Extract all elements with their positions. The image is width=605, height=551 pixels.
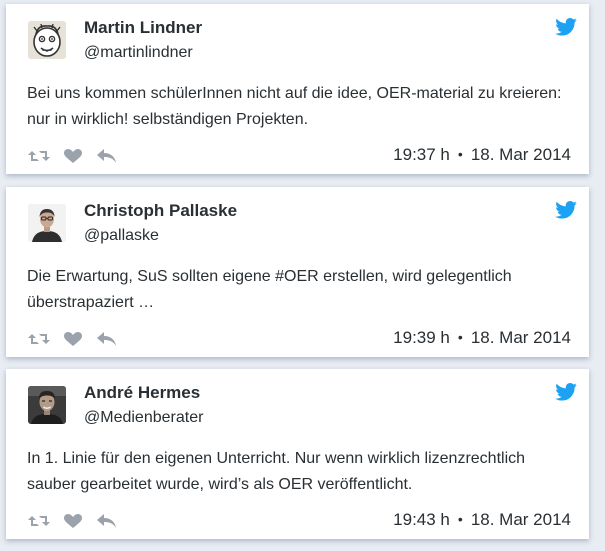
- separator: •: [457, 146, 463, 162]
- tweet-actions: [28, 512, 130, 530]
- retweet-icon[interactable]: [28, 513, 50, 529]
- tweet-actions: [28, 147, 130, 165]
- tweet-text: Bei uns kommen schülerInnen nicht auf di…: [27, 85, 562, 128]
- retweet-icon[interactable]: [28, 148, 50, 164]
- tweet-timestamp[interactable]: 19:43 h • 18. Mar 2014: [393, 510, 571, 530]
- person-photo-icon: [28, 386, 66, 424]
- person-photo-icon: [28, 204, 66, 242]
- author-handle[interactable]: @martinlindner: [84, 44, 193, 62]
- tweet-time: 19:37 h: [393, 145, 450, 164]
- tweet-actions: [28, 330, 130, 348]
- tweet-date: 18. Mar 2014: [470, 510, 571, 529]
- heart-icon[interactable]: [62, 148, 84, 164]
- heart-icon[interactable]: [62, 331, 84, 347]
- tweet-time: 19:43 h: [393, 510, 450, 529]
- separator: •: [457, 511, 463, 527]
- twitter-bird-icon[interactable]: [555, 201, 577, 219]
- avatar[interactable]: [28, 204, 66, 242]
- tweet-text: In 1. Linie für den eigenen Unterricht. …: [27, 450, 526, 493]
- tweet-timestamp[interactable]: 19:39 h • 18. Mar 2014: [393, 328, 571, 348]
- author-handle[interactable]: @Medienberater: [84, 409, 203, 427]
- tweet-feed: Martin Lindner @martinlindner Bei uns ko…: [0, 0, 605, 551]
- tweet-card[interactable]: André Hermes @Medienberater In 1. Linie …: [6, 369, 589, 539]
- twitter-bird-icon[interactable]: [555, 18, 577, 36]
- heart-icon[interactable]: [62, 513, 84, 529]
- tweet-date: 18. Mar 2014: [470, 328, 571, 347]
- tweet-timestamp[interactable]: 19:37 h • 18. Mar 2014: [393, 145, 571, 165]
- avatar[interactable]: [28, 21, 66, 59]
- tweet-card[interactable]: Christoph Pallaske @pallaske Die Erwartu…: [6, 187, 589, 357]
- cartoon-face-icon: [28, 21, 66, 59]
- tweet-time: 19:39 h: [393, 328, 450, 347]
- reply-icon[interactable]: [96, 513, 118, 529]
- author-handle[interactable]: @pallaske: [84, 227, 159, 245]
- avatar[interactable]: [28, 386, 66, 424]
- author-name[interactable]: André Hermes: [84, 383, 200, 403]
- retweet-icon[interactable]: [28, 331, 50, 347]
- author-name[interactable]: Martin Lindner: [84, 18, 202, 38]
- reply-icon[interactable]: [96, 148, 118, 164]
- tweet-card[interactable]: Martin Lindner @martinlindner Bei uns ko…: [6, 4, 589, 174]
- separator: •: [457, 329, 463, 345]
- twitter-bird-icon[interactable]: [555, 383, 577, 401]
- tweet-date: 18. Mar 2014: [470, 145, 571, 164]
- author-name[interactable]: Christoph Pallaske: [84, 201, 237, 221]
- tweet-text: Die Erwartung, SuS sollten eigene #OER e…: [27, 268, 512, 311]
- reply-icon[interactable]: [96, 331, 118, 347]
